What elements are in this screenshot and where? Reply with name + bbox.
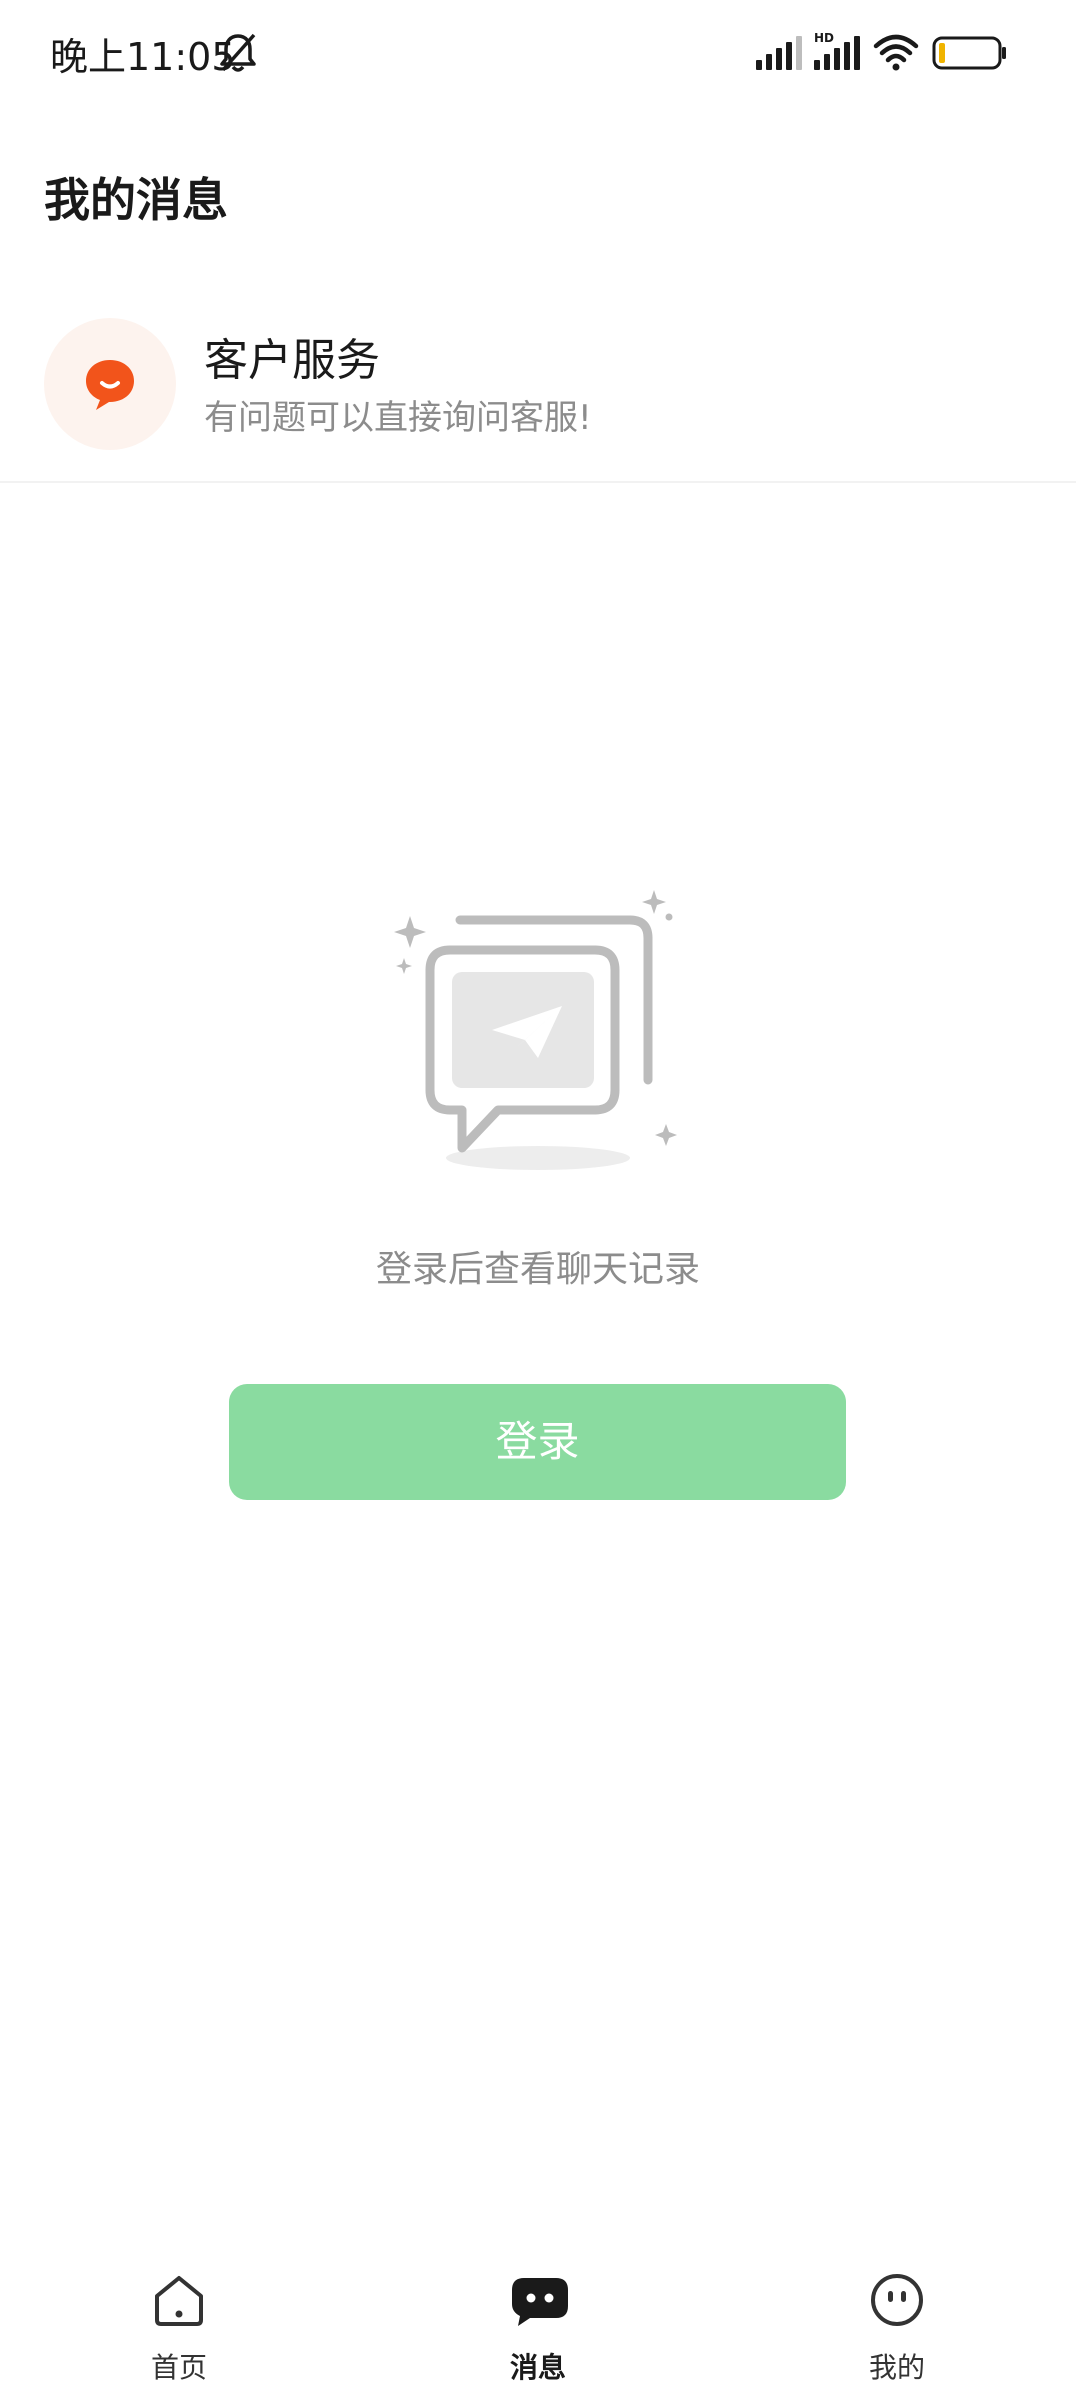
status-time: 晚上11:05 xyxy=(50,35,236,79)
divider xyxy=(0,481,1076,483)
chat-bubble-icon xyxy=(86,360,134,410)
page-title: 我的消息 xyxy=(44,173,228,227)
empty-state-message: 登录后查看聊天记录 xyxy=(375,1249,700,1290)
message-icon xyxy=(510,2272,568,2328)
bell-off-icon xyxy=(218,32,258,74)
home-icon xyxy=(151,2272,207,2328)
signal-icon xyxy=(756,36,802,70)
svg-text:HD: HD xyxy=(814,31,834,45)
customer-service-description: 有问题可以直接询问客服! xyxy=(204,398,592,438)
nav-item-home[interactable]: 首页 xyxy=(79,2250,279,2396)
status-icons: HD xyxy=(756,30,1016,74)
customer-service-name: 客户服务 xyxy=(204,335,380,386)
customer-service-item[interactable]: 客户服务 有问题可以直接询问客服! xyxy=(0,300,1076,480)
nav-label-messages: 消息 xyxy=(509,2351,566,2384)
status-bar: 晚上11:05 HD xyxy=(0,0,1076,110)
paper-plane-chat-icon xyxy=(390,880,690,1180)
login-button[interactable]: 登录 xyxy=(229,1384,846,1500)
customer-service-avatar xyxy=(44,318,176,450)
nav-item-messages[interactable]: 消息 xyxy=(438,2250,638,2396)
hd-signal-icon: HD xyxy=(814,31,860,70)
nav-label-home: 首页 xyxy=(150,2351,207,2384)
battery-icon xyxy=(932,36,1006,70)
profile-icon xyxy=(869,2272,925,2328)
wifi-icon xyxy=(873,34,919,71)
nav-item-profile[interactable]: 我的 xyxy=(797,2250,997,2396)
nav-label-profile: 我的 xyxy=(868,2351,925,2384)
bottom-nav: 首页 消息 我的 xyxy=(0,2250,1076,2396)
